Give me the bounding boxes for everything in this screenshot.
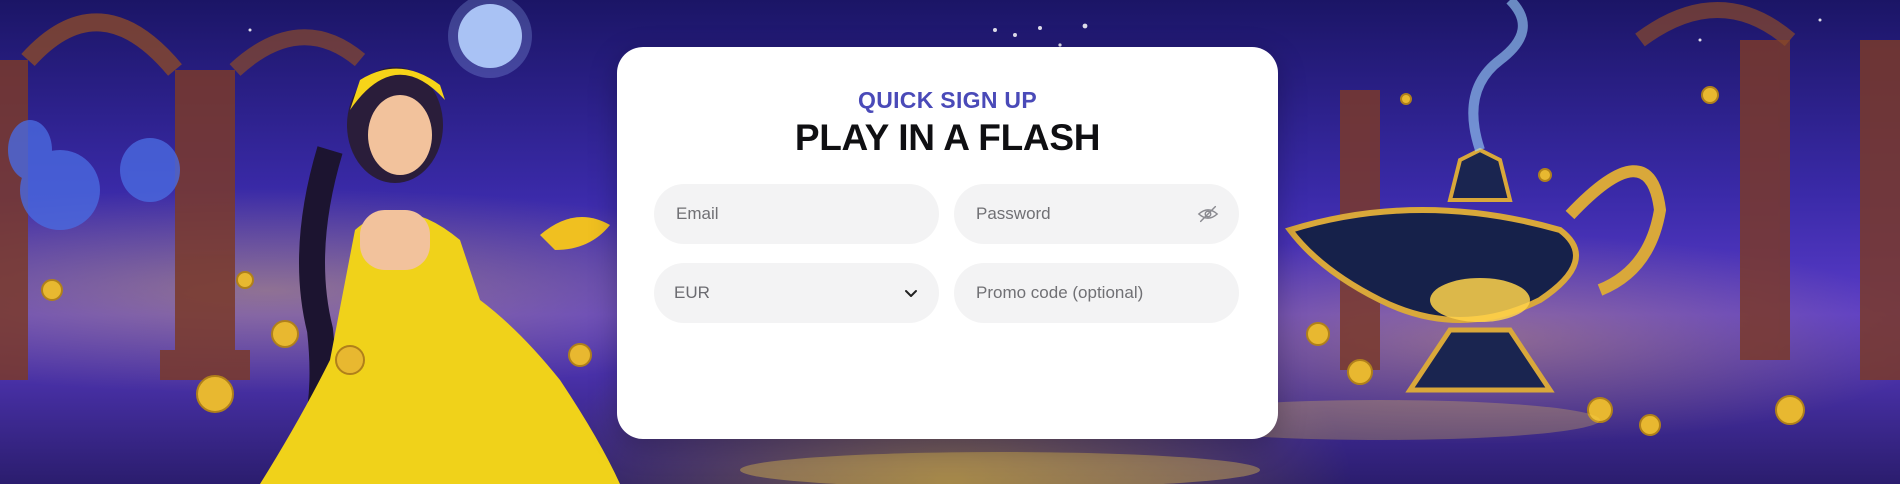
signup-kicker: QUICK SIGN UP	[858, 87, 1037, 113]
chevron-down-icon	[903, 285, 919, 301]
eye-off-icon[interactable]	[1197, 203, 1219, 225]
password-field[interactable]	[954, 184, 1239, 244]
promo-code-field[interactable]	[954, 263, 1239, 323]
currency-select[interactable]: EUR	[654, 263, 939, 323]
signup-headline: PLAY IN A FLASH	[794, 117, 1101, 158]
signup-card: QUICK SIGN UP PLAY IN A FLASH EUR	[617, 47, 1278, 439]
currency-value: EUR	[674, 283, 710, 302]
email-input[interactable]	[674, 203, 919, 225]
promo-code-input[interactable]	[974, 282, 1219, 304]
password-input[interactable]	[974, 203, 1197, 225]
email-field[interactable]	[654, 184, 939, 244]
